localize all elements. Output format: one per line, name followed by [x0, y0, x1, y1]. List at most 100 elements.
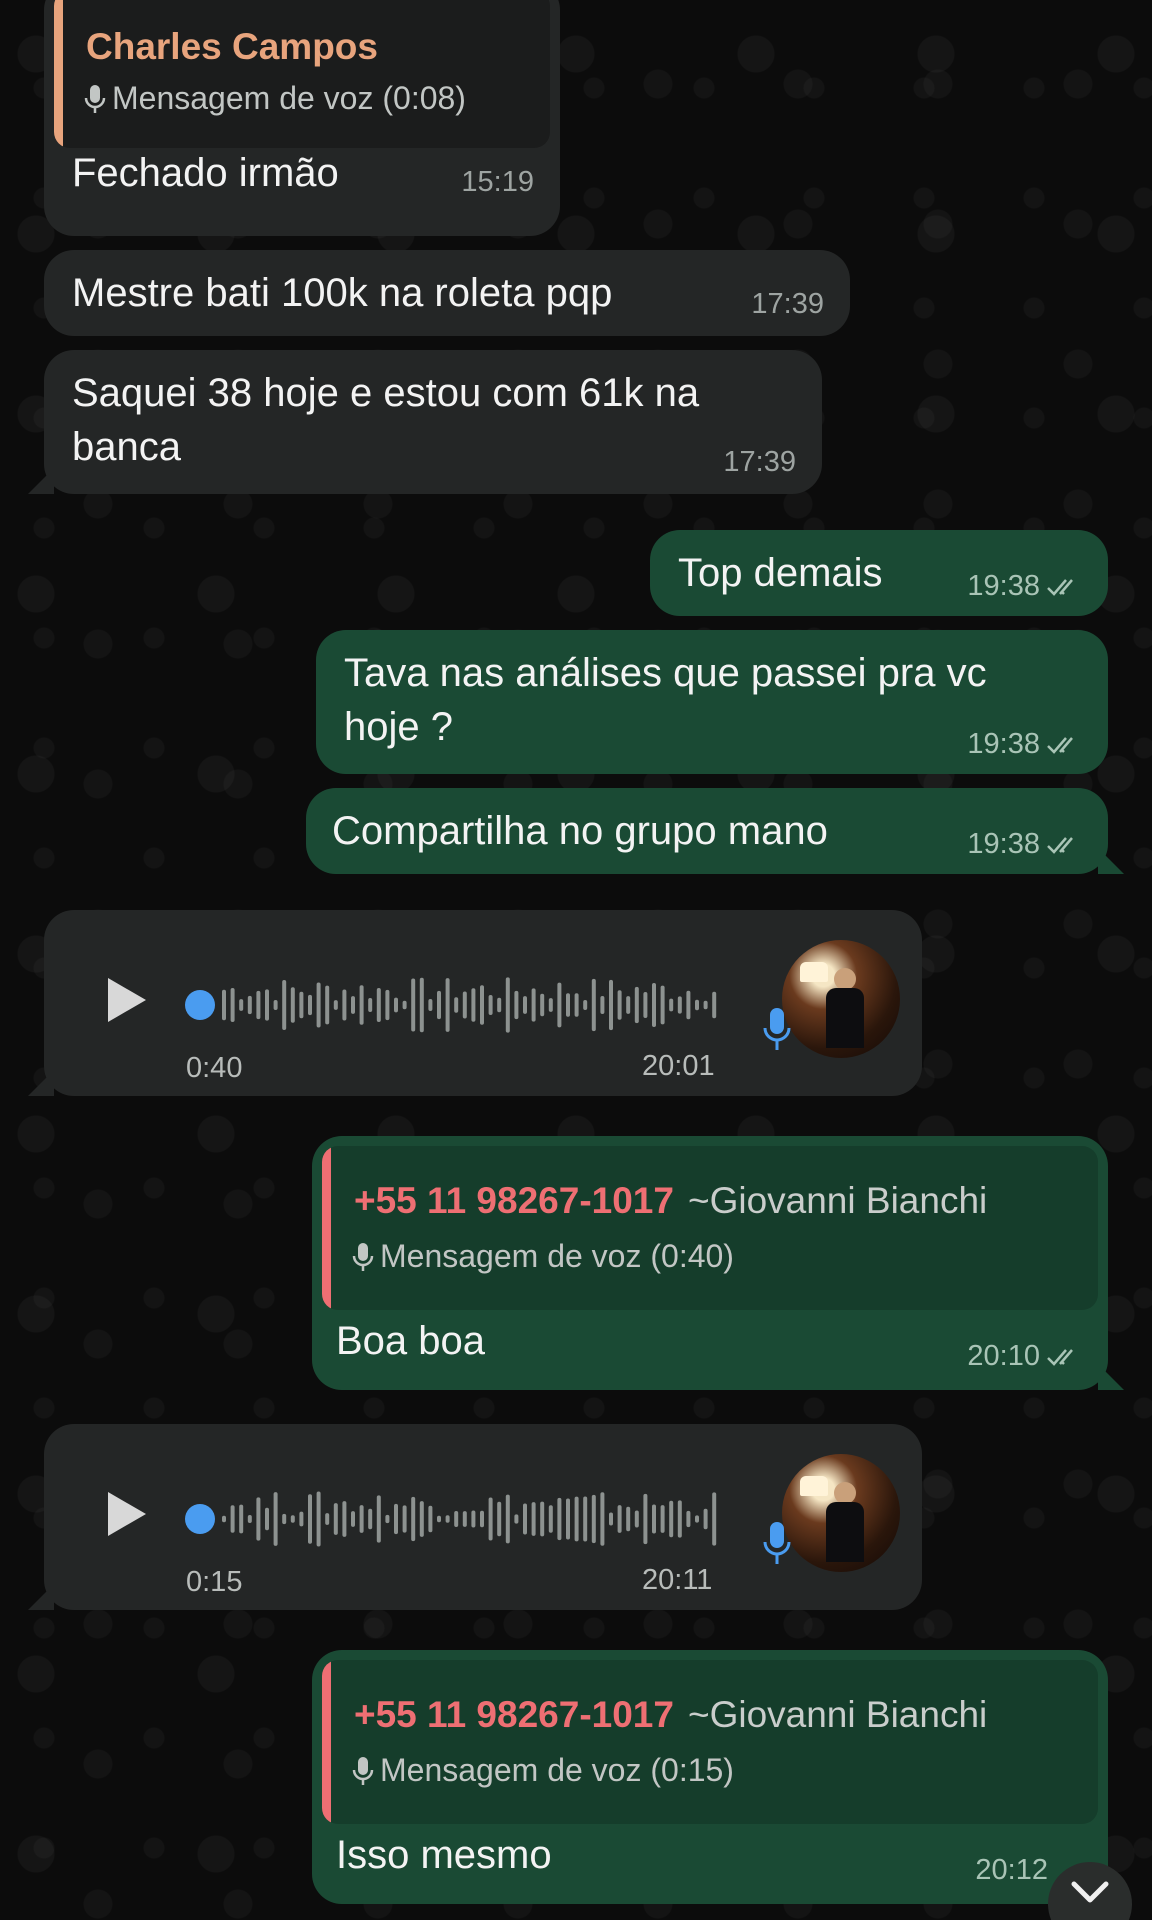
waveform-bar — [256, 1497, 261, 1541]
audio-waveform[interactable] — [184, 1484, 724, 1554]
message-bubble[interactable]: Tava nas análises que passei pra vc hoje… — [316, 630, 1108, 774]
message-text: Compartilha no grupo mano — [332, 809, 828, 853]
double-check-icon — [1047, 736, 1073, 754]
waveform-bar — [703, 1508, 708, 1530]
waveform-bar — [600, 996, 605, 1014]
voice-message[interactable]: 0:40 20:01 — [28, 910, 922, 1096]
waveform-bar — [462, 991, 467, 1019]
waveform-bar — [402, 1505, 407, 1533]
waveform-bar — [247, 1515, 252, 1523]
waveform-bar — [222, 1515, 226, 1523]
waveform-bar — [428, 998, 433, 1012]
message-time: 20:12 — [975, 1854, 1048, 1886]
message-text: Saquei 38 hoje e estou com 61k na — [72, 371, 700, 415]
waveform-bar — [376, 987, 381, 1023]
play-icon[interactable] — [104, 1488, 150, 1540]
waveform-bar — [583, 1496, 588, 1542]
waveform-bar — [523, 996, 527, 1014]
message-bubble[interactable]: Compartilha no grupo mano 19:38 — [306, 788, 1124, 874]
message-text: Boa boa — [336, 1319, 486, 1363]
message-text: banca — [72, 425, 181, 469]
mic-icon — [352, 1242, 374, 1271]
quote-author: +55 11 98267-1017 — [354, 1180, 674, 1221]
avatar[interactable] — [782, 1454, 900, 1572]
avatar[interactable] — [782, 940, 900, 1058]
message-bubble[interactable]: Charles Campos Mensagem de voz (0:08) Fe… — [44, 0, 560, 236]
double-check-icon — [1047, 836, 1073, 854]
message-time: 20:01 — [642, 1050, 715, 1082]
waveform-bar — [325, 985, 330, 1025]
waveform-bar — [540, 1501, 545, 1537]
waveform-bar — [359, 985, 364, 1025]
quote-text: Mensagem de voz (0:40) — [380, 1238, 734, 1274]
quoted-message[interactable]: Charles Campos Mensagem de voz (0:08) — [54, 0, 550, 148]
quote-author-alias: ~Giovanni Bianchi — [687, 1694, 988, 1735]
waveform-bar — [505, 1494, 510, 1544]
message-time: 19:38 — [967, 570, 1040, 602]
chevron-down-icon — [1071, 1881, 1109, 1903]
waveform-bar — [308, 1494, 312, 1544]
waveform-bar — [617, 1505, 622, 1533]
waveform-bar — [600, 1492, 605, 1546]
waveform-bar — [703, 1000, 708, 1010]
mic-icon — [763, 1522, 791, 1564]
waveform-bar — [583, 1000, 588, 1010]
waveform-bar — [419, 977, 424, 1033]
waveform-bar — [488, 1497, 493, 1541]
waveform-bar — [316, 1491, 321, 1547]
waveform-bar — [308, 994, 312, 1016]
voice-duration: 0:40 — [186, 1052, 243, 1084]
waveform-bar — [548, 998, 553, 1012]
waveform-bar — [591, 1494, 596, 1544]
message-bubble[interactable]: Saquei 38 hoje e estou com 61k na banca … — [28, 350, 822, 494]
message-time: 17:39 — [723, 446, 796, 478]
waveform-bar — [488, 994, 493, 1016]
waveform-bar — [411, 1496, 416, 1542]
waveform-bar — [325, 1513, 330, 1525]
message-time: 19:38 — [967, 828, 1040, 860]
waveform-bar — [634, 986, 639, 1024]
waveform-bar — [230, 1505, 235, 1533]
waveform-bar — [540, 993, 545, 1017]
audio-progress-dot — [185, 1504, 215, 1534]
waveform-bar — [230, 987, 235, 1023]
waveform-bar — [712, 1492, 717, 1546]
waveform-bar — [652, 1504, 656, 1534]
quote-author-alias: ~Giovanni Bianchi — [687, 1180, 988, 1221]
message-bubble[interactable]: +55 11 98267-1017 ~Giovanni Bianchi Mensa… — [312, 1650, 1108, 1904]
message-bubble[interactable]: Top demais 19:38 — [650, 530, 1108, 616]
waveform-bar — [437, 990, 441, 1020]
waveform-bar — [376, 1495, 381, 1543]
double-check-icon — [1047, 578, 1073, 596]
audio-waveform[interactable] — [184, 970, 724, 1040]
voice-duration: 0:15 — [186, 1566, 243, 1598]
waveform-bar — [660, 985, 665, 1025]
waveform-bar — [566, 1498, 570, 1540]
waveform-bar — [256, 990, 261, 1020]
waveform-bar — [531, 1502, 536, 1536]
waveform-bar — [316, 982, 321, 1028]
message-bubble[interactable]: Mestre bati 100k na roleta pqp 17:39 — [44, 250, 850, 336]
waveform-bar — [686, 990, 691, 1020]
message-bubble[interactable]: +55 11 98267-1017 ~Giovanni Bianchi Mensa… — [312, 1136, 1124, 1390]
play-icon[interactable] — [104, 974, 150, 1026]
waveform-bar — [660, 1505, 665, 1533]
waveform-bar — [368, 1508, 373, 1530]
waveform-bar — [342, 1501, 347, 1537]
waveform-bar — [394, 997, 398, 1013]
message-time: 20:10 — [967, 1340, 1040, 1372]
waveform-bar — [557, 982, 562, 1028]
waveform-bar — [471, 988, 476, 1022]
waveform-bar — [686, 1510, 691, 1528]
message-text: Fechado irmão — [72, 151, 339, 195]
waveform-bar — [333, 1503, 338, 1535]
voice-message[interactable]: 0:15 20:11 — [28, 1424, 922, 1610]
quoted-message[interactable]: +55 11 98267-1017 ~Giovanni Bianchi Mensa… — [322, 1660, 1098, 1824]
message-text: hoje ? — [344, 705, 453, 749]
quoted-message[interactable]: +55 11 98267-1017 ~Giovanni Bianchi Mensa… — [322, 1146, 1098, 1310]
quote-text: Mensagem de voz (0:08) — [112, 80, 466, 116]
waveform-bar — [634, 1510, 639, 1528]
quote-bar — [54, 0, 63, 148]
waveform-bar — [454, 997, 459, 1013]
waveform-bar — [677, 996, 682, 1014]
